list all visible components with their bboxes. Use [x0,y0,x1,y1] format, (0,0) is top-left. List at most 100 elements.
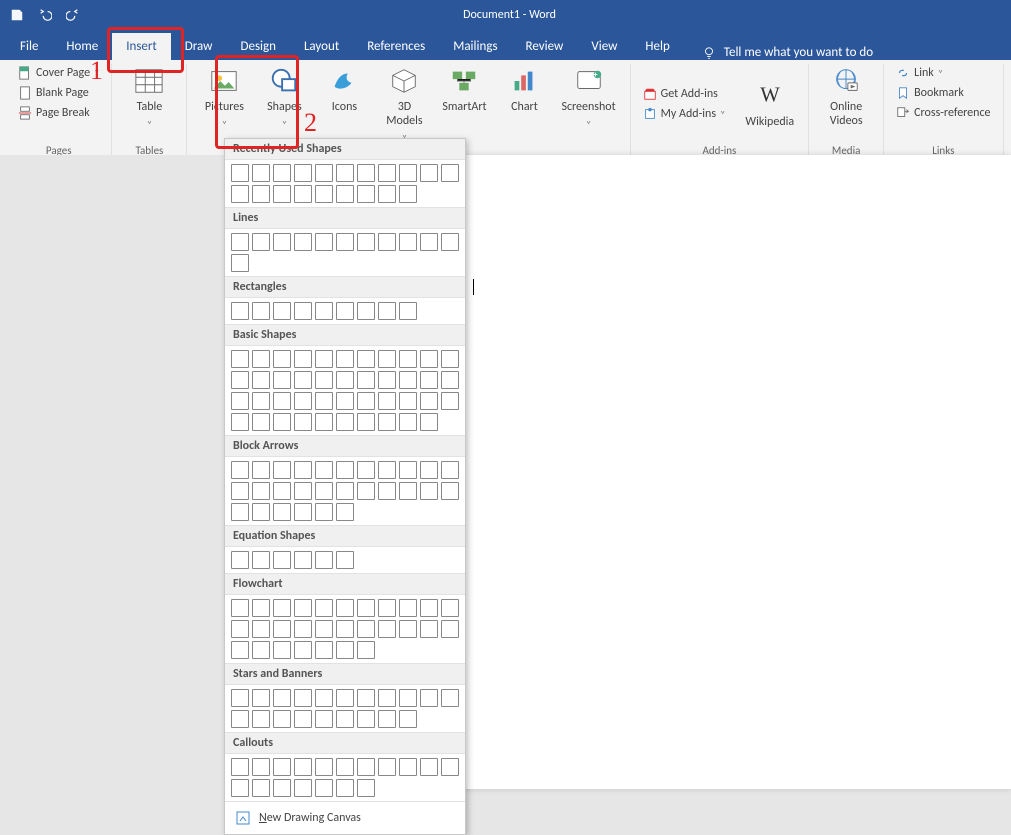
shape-tile[interactable] [420,392,438,410]
shape-tile[interactable] [399,710,417,728]
shape-tile[interactable] [357,371,375,389]
shape-tile[interactable] [420,233,438,251]
shape-tile[interactable] [378,758,396,776]
shape-tile[interactable] [399,164,417,182]
shape-tile[interactable] [231,758,249,776]
shape-tile[interactable] [336,779,354,797]
shape-tile[interactable] [315,350,333,368]
shape-tile[interactable] [336,482,354,500]
shape-tile[interactable] [252,551,270,569]
shape-tile[interactable] [357,461,375,479]
shape-tile[interactable] [441,620,459,638]
document-page[interactable] [380,155,1011,789]
bookmark-button[interactable]: Bookmark [892,84,994,102]
shape-tile[interactable] [378,413,396,431]
shape-tile[interactable] [357,710,375,728]
shape-tile[interactable] [252,233,270,251]
shape-tile[interactable] [420,482,438,500]
shape-tile[interactable] [441,392,459,410]
tab-review[interactable]: Review [512,33,578,60]
shape-tile[interactable] [231,503,249,521]
shape-tile[interactable] [231,641,249,659]
shape-tile[interactable] [441,371,459,389]
shape-tile[interactable] [294,350,312,368]
shape-tile[interactable] [294,482,312,500]
shape-tile[interactable] [336,689,354,707]
shape-tile[interactable] [357,599,375,617]
shape-tile[interactable] [336,233,354,251]
link-button[interactable]: Link [892,64,994,82]
shape-tile[interactable] [252,185,270,203]
shape-tile[interactable] [273,350,291,368]
shape-tile[interactable] [294,503,312,521]
shape-tile[interactable] [357,758,375,776]
shape-tile[interactable] [336,620,354,638]
shape-tile[interactable] [273,551,291,569]
shape-tile[interactable] [315,503,333,521]
shape-tile[interactable] [357,620,375,638]
shape-tile[interactable] [420,620,438,638]
shape-tile[interactable] [378,599,396,617]
pictures-button[interactable]: Pictures [195,64,253,131]
shape-tile[interactable] [315,710,333,728]
shape-tile[interactable] [231,302,249,320]
shape-tile[interactable] [378,710,396,728]
save-icon[interactable] [10,8,24,22]
shape-tile[interactable] [315,302,333,320]
shape-tile[interactable] [294,302,312,320]
shape-tile[interactable] [315,599,333,617]
page-break-button[interactable]: Page Break [14,104,103,122]
wikipedia-button[interactable]: W Wikipedia [739,79,800,129]
shape-tile[interactable] [273,482,291,500]
shape-tile[interactable] [252,689,270,707]
shape-tile[interactable] [357,641,375,659]
tab-insert[interactable]: Insert [112,33,171,60]
shape-tile[interactable] [336,392,354,410]
shape-tile[interactable] [231,185,249,203]
shape-tile[interactable] [420,413,438,431]
tab-file[interactable]: File [6,33,52,60]
shape-tile[interactable] [231,689,249,707]
shape-tile[interactable] [378,233,396,251]
shape-tile[interactable] [378,392,396,410]
shape-tile[interactable] [357,413,375,431]
shape-tile[interactable] [357,302,375,320]
shape-tile[interactable] [378,689,396,707]
shape-tile[interactable] [252,392,270,410]
shape-tile[interactable] [336,461,354,479]
tab-references[interactable]: References [353,33,439,60]
shape-tile[interactable] [231,164,249,182]
screenshot-button[interactable]: Screenshot [555,64,621,131]
shape-tile[interactable] [357,185,375,203]
shape-tile[interactable] [336,758,354,776]
shape-tile[interactable] [336,710,354,728]
shape-tile[interactable] [231,413,249,431]
shape-tile[interactable] [273,302,291,320]
shape-tile[interactable] [294,392,312,410]
shape-tile[interactable] [273,620,291,638]
shape-tile[interactable] [273,185,291,203]
shapes-dropdown[interactable]: Recently Used ShapesLinesRectanglesBasic… [224,138,466,835]
shape-tile[interactable] [231,779,249,797]
tab-mailings[interactable]: Mailings [439,33,511,60]
tell-me-search[interactable]: Tell me what you want to do [702,45,873,60]
shape-tile[interactable] [399,599,417,617]
shape-tile[interactable] [294,758,312,776]
shape-tile[interactable] [294,641,312,659]
shape-tile[interactable] [231,599,249,617]
shape-tile[interactable] [273,689,291,707]
shape-tile[interactable] [336,350,354,368]
shape-tile[interactable] [378,482,396,500]
shape-tile[interactable] [420,164,438,182]
get-addins-button[interactable]: Get Add-ins [639,85,730,103]
online-videos-button[interactable]: Online Videos [817,64,875,128]
shape-tile[interactable] [336,185,354,203]
shape-tile[interactable] [294,710,312,728]
shape-tile[interactable] [378,164,396,182]
shape-tile[interactable] [252,461,270,479]
shape-tile[interactable] [231,254,249,272]
shape-tile[interactable] [441,482,459,500]
shape-tile[interactable] [294,620,312,638]
shape-tile[interactable] [273,503,291,521]
shape-tile[interactable] [336,599,354,617]
